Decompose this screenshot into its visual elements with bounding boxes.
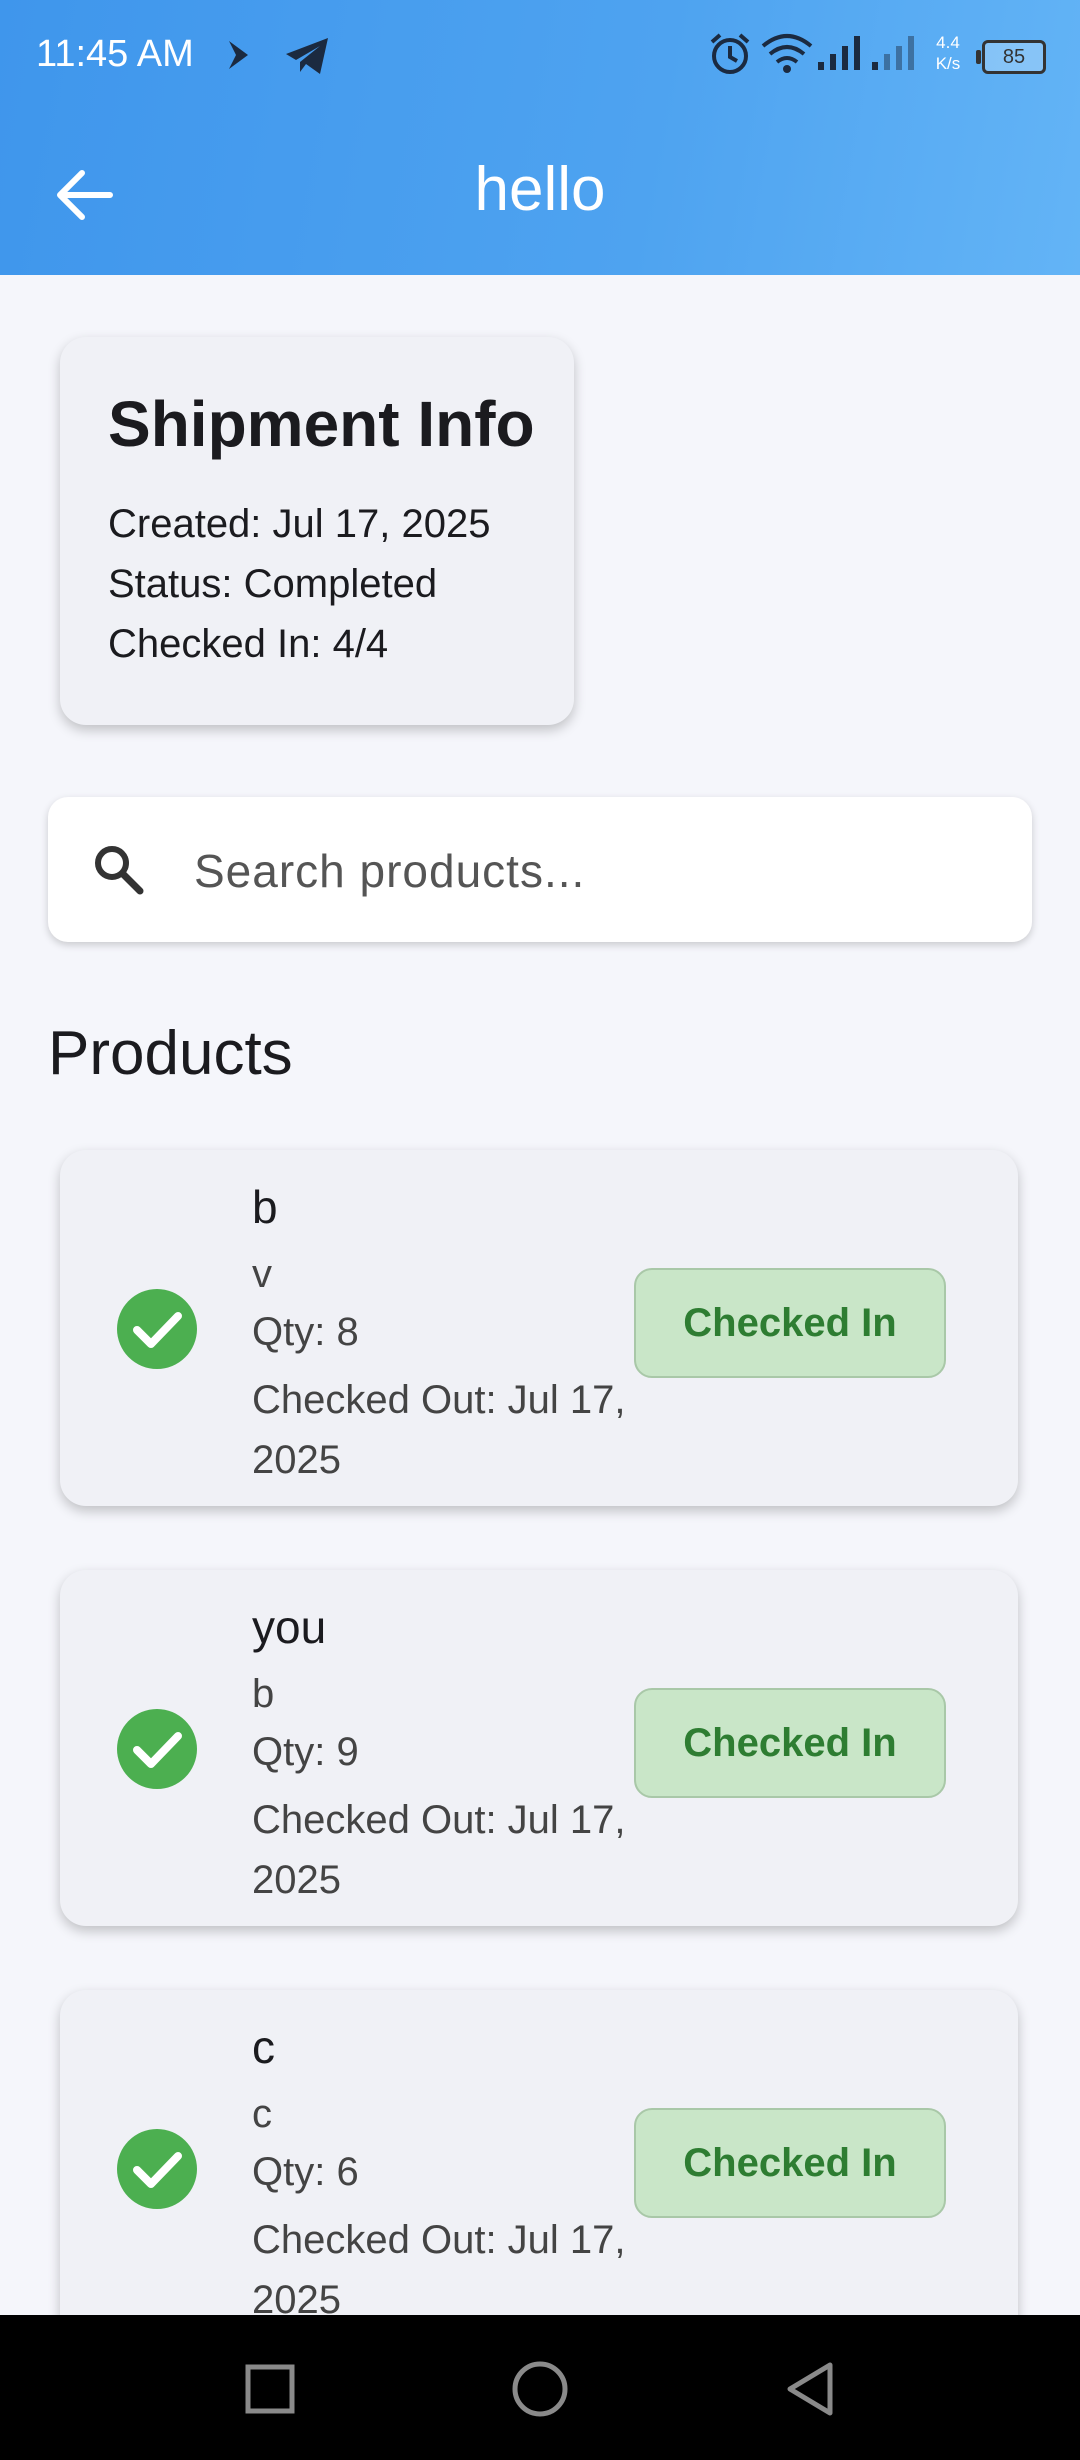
check-circle-icon: [117, 2129, 197, 2209]
battery-indicator: 85: [976, 40, 1046, 74]
product-subtitle: v: [252, 1252, 272, 1296]
network-speed-value: 4.4: [936, 33, 960, 52]
check-circle-icon: [117, 1289, 197, 1369]
product-card[interactable]: you b Qty: 9 Checked Out: Jul 17, 2025 C…: [60, 1570, 1018, 1926]
system-navigation-bar: [0, 2315, 1080, 2460]
signal-icon: [818, 36, 860, 70]
status-time: 11:45 AM: [36, 33, 194, 75]
alarm-icon: [710, 33, 750, 74]
product-qty: Qty: 8: [252, 1310, 359, 1354]
checked-in-button[interactable]: Checked In: [634, 1268, 946, 1378]
product-checked-out: Checked Out: Jul 17, 2025: [252, 1798, 626, 1902]
search-icon: [95, 846, 144, 895]
telegram-icon: [286, 38, 328, 74]
network-speed: 4.4 K/s: [928, 32, 968, 74]
search-box[interactable]: [48, 797, 1032, 942]
search-input[interactable]: [192, 835, 996, 907]
bluetooth-share-icon: [229, 41, 248, 69]
recents-square-icon[interactable]: [238, 2357, 302, 2421]
product-checked-out: Checked Out: Jul 17, 2025: [252, 2218, 626, 2322]
page-title: hello: [474, 155, 606, 224]
wifi-icon: [761, 34, 813, 73]
product-name: b: [252, 1181, 278, 1233]
product-name: c: [252, 2021, 275, 2073]
checked-in-button[interactable]: Checked In: [634, 1688, 946, 1798]
shipment-checked-in: Checked In: 4/4: [108, 622, 389, 666]
shipment-status: Status: Completed: [108, 562, 438, 606]
check-circle-icon: [117, 1709, 197, 1789]
products-heading: Products: [48, 1019, 293, 1088]
checked-in-button[interactable]: Checked In: [634, 2108, 946, 2218]
product-name: you: [252, 1601, 327, 1653]
shipment-info-card: Shipment Info Created: Jul 17, 2025 Stat…: [60, 337, 574, 725]
shipment-info-title: Shipment Info: [108, 388, 535, 460]
product-qty: Qty: 9: [252, 1730, 359, 1774]
product-card[interactable]: c c Qty: 6 Checked Out: Jul 17, 2025 Che…: [60, 1990, 1018, 2346]
home-circle-icon[interactable]: [508, 2357, 572, 2421]
shipment-created: Created: Jul 17, 2025: [108, 502, 491, 546]
product-subtitle: c: [252, 2092, 272, 2136]
app-bar: 11:45 AM 4.4 K/s 85 hello: [0, 0, 1080, 275]
signal-icon: [872, 36, 914, 70]
product-card[interactable]: b v Qty: 8 Checked Out: Jul 17, 2025 Che…: [60, 1150, 1018, 1506]
product-subtitle: b: [252, 1672, 275, 1716]
status-bar: 11:45 AM 4.4 K/s 85: [0, 0, 1080, 110]
product-qty: Qty: 6: [252, 2150, 359, 2194]
network-speed-unit: K/s: [935, 54, 961, 73]
back-triangle-icon[interactable]: [778, 2357, 842, 2421]
product-checked-out: Checked Out: Jul 17, 2025: [252, 1378, 626, 1482]
